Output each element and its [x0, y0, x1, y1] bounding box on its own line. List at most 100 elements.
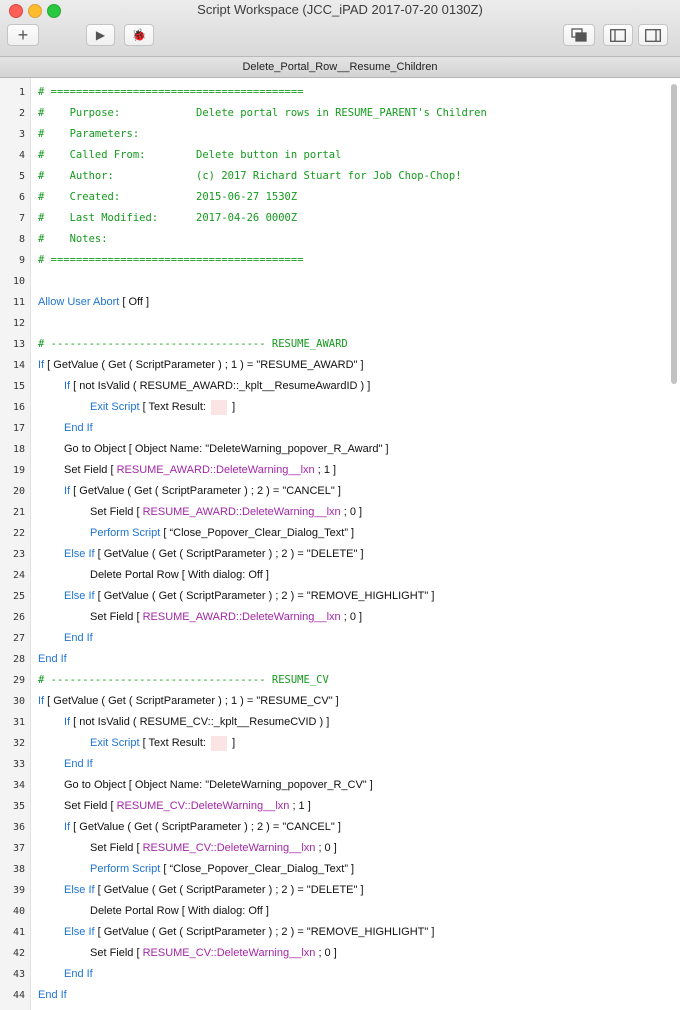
- script-tab[interactable]: Delete_Portal_Row__Resume_Children: [0, 57, 680, 78]
- script-line[interactable]: 28 End If: [0, 649, 680, 670]
- script-line[interactable]: 24 Delete Portal Row [ With dialog: Off ]: [0, 565, 680, 586]
- script-line[interactable]: 41 Else If [ GetValue ( Get ( ScriptParam…: [0, 922, 680, 943]
- script-line[interactable]: 16 Exit Script [ Text Result: ]: [0, 397, 680, 418]
- step-text: ]: [229, 401, 236, 413]
- new-script-button[interactable]: +: [7, 24, 39, 46]
- script-step: Set Field [ RESUME_CV::DeleteWarning__lx…: [90, 943, 337, 964]
- script-line[interactable]: 36 If [ GetValue ( Get ( ScriptParameter …: [0, 817, 680, 838]
- script-step: End If: [38, 985, 67, 1006]
- script-line[interactable]: 22 Perform Script [ “Close_Popover_Clear_…: [0, 523, 680, 544]
- script-line[interactable]: 43 End If: [0, 964, 680, 985]
- script-line[interactable]: 30 If [ GetValue ( Get ( ScriptParameter …: [0, 691, 680, 712]
- vertical-scrollbar-thumb[interactable]: [671, 84, 677, 384]
- script-line[interactable]: 5 # Author: (c) 2017 Richard Stuart for J…: [0, 166, 680, 187]
- line-number: 1: [18, 87, 25, 98]
- script-line[interactable]: 23 Else If [ GetValue ( Get ( ScriptParam…: [0, 544, 680, 565]
- line-number: 39: [12, 885, 25, 896]
- script-step: # ---------------------------------- RES…: [38, 334, 348, 355]
- script-comment: # ======================================…: [38, 254, 304, 266]
- script-step: Exit Script [ Text Result: ]: [90, 397, 235, 418]
- script-line[interactable]: 12: [0, 313, 680, 334]
- line-number: 22: [12, 528, 25, 539]
- script-line[interactable]: 13 # ---------------------------------- R…: [0, 334, 680, 355]
- script-line[interactable]: 4 # Called From: Delete button in portal: [0, 145, 680, 166]
- script-line[interactable]: 31 If [ not IsValid ( RESUME_CV::_kplt__R…: [0, 712, 680, 733]
- script-comment: # Parameters:: [38, 128, 140, 140]
- line-number: 2: [18, 108, 25, 119]
- script-line[interactable]: 18 Go to Object [ Object Name: "DeleteWar…: [0, 439, 680, 460]
- line-number: 36: [12, 822, 25, 833]
- script-step: # Created: 2015-06-27 1530Z: [38, 187, 297, 208]
- script-line[interactable]: 6 # Created: 2015-06-27 1530Z: [0, 187, 680, 208]
- line-number: 19: [12, 465, 25, 476]
- script-line[interactable]: 1 # =====================================…: [0, 82, 680, 103]
- script-line[interactable]: 17 End If: [0, 418, 680, 439]
- script-keyword: Else If: [64, 926, 95, 938]
- script-line[interactable]: 8 # Notes:: [0, 229, 680, 250]
- empty-result-field[interactable]: [211, 399, 228, 415]
- script-step: # Last Modified: 2017-04-26 0000Z: [38, 208, 297, 229]
- field-reference: RESUME_CV::DeleteWarning__lxn: [142, 842, 316, 854]
- step-text: Set Field [: [90, 842, 143, 854]
- script-workspace-window: Script Workspace (JCC_iPAD 2017-07-20 01…: [0, 0, 680, 1010]
- script-line[interactable]: 38 Perform Script [ “Close_Popover_Clear_…: [0, 859, 680, 880]
- script-step: # ======================================…: [38, 250, 304, 271]
- script-line[interactable]: 20 If [ GetValue ( Get ( ScriptParameter …: [0, 481, 680, 502]
- line-number: 8: [18, 234, 25, 245]
- script-line[interactable]: 26 Set Field [ RESUME_AWARD::DeleteWarnin…: [0, 607, 680, 628]
- windows-button[interactable]: [563, 24, 595, 46]
- line-number: 21: [12, 507, 25, 518]
- toggle-right-pane-button[interactable]: [638, 24, 668, 46]
- play-icon: ▶: [95, 28, 106, 42]
- script-step: If [ not IsValid ( RESUME_AWARD::_kplt__…: [64, 376, 370, 397]
- script-line[interactable]: 7 # Last Modified: 2017-04-26 0000Z: [0, 208, 680, 229]
- script-line[interactable]: 3 # Parameters:: [0, 124, 680, 145]
- line-number: 43: [12, 969, 25, 980]
- script-line[interactable]: 34 Go to Object [ Object Name: "DeleteWar…: [0, 775, 680, 796]
- toggle-left-pane-button[interactable]: [603, 24, 633, 46]
- script-editor[interactable]: 1 # =====================================…: [0, 78, 680, 1010]
- run-script-button[interactable]: ▶: [86, 24, 115, 46]
- script-line[interactable]: 35 Set Field [ RESUME_CV::DeleteWarning__…: [0, 796, 680, 817]
- line-number: 31: [12, 717, 25, 728]
- script-line[interactable]: 32 Exit Script [ Text Result: ]: [0, 733, 680, 754]
- script-comment: # Created: 2015-06-27 1530Z: [38, 191, 298, 203]
- script-line[interactable]: 29 # ---------------------------------- R…: [0, 670, 680, 691]
- script-line[interactable]: 27 End If: [0, 628, 680, 649]
- empty-result-field[interactable]: [211, 735, 228, 751]
- right-sidebar-icon: [645, 28, 661, 42]
- script-comment: # Author: (c) 2017 Richard Stuart for Jo…: [38, 170, 462, 182]
- field-reference: RESUME_AWARD::DeleteWarning__lxn: [142, 506, 341, 518]
- script-line[interactable]: 39 Else If [ GetValue ( Get ( ScriptParam…: [0, 880, 680, 901]
- line-number: 9: [18, 255, 25, 266]
- line-number: 3: [18, 129, 25, 140]
- script-step: Set Field [ RESUME_AWARD::DeleteWarning_…: [90, 607, 362, 628]
- step-text: [ not IsValid ( RESUME_CV::_kplt__Resume…: [70, 716, 330, 728]
- script-step: # ======================================…: [38, 82, 304, 103]
- script-line[interactable]: 33 End If: [0, 754, 680, 775]
- script-line[interactable]: 2 # Purpose: Delete portal rows in RESUME…: [0, 103, 680, 124]
- script-line[interactable]: 11 Allow User Abort [ Off ]: [0, 292, 680, 313]
- script-line[interactable]: 42 Set Field [ RESUME_CV::DeleteWarning__…: [0, 943, 680, 964]
- script-step: Go to Object [ Object Name: "DeleteWarni…: [64, 439, 389, 460]
- script-step: End If: [38, 649, 67, 670]
- step-text: [ GetValue ( Get ( ScriptParameter ) ; 2…: [70, 821, 341, 833]
- script-line[interactable]: 15 If [ not IsValid ( RESUME_AWARD::_kplt…: [0, 376, 680, 397]
- script-line[interactable]: 21 Set Field [ RESUME_AWARD::DeleteWarnin…: [0, 502, 680, 523]
- script-line[interactable]: 25 Else If [ GetValue ( Get ( ScriptParam…: [0, 586, 680, 607]
- script-line[interactable]: 9 # =====================================…: [0, 250, 680, 271]
- window-title: Script Workspace (JCC_iPAD 2017-07-20 01…: [197, 2, 483, 17]
- script-step: # ---------------------------------- RES…: [38, 670, 329, 691]
- script-step: # Author: (c) 2017 Richard Stuart for Jo…: [38, 166, 462, 187]
- script-line[interactable]: 14 If [ GetValue ( Get ( ScriptParameter …: [0, 355, 680, 376]
- script-comment: # Last Modified: 2017-04-26 0000Z: [38, 212, 298, 224]
- step-text: [ Off ]: [119, 296, 150, 308]
- script-step: # Purpose: Delete portal rows in RESUME_…: [38, 103, 487, 124]
- script-line[interactable]: 10: [0, 271, 680, 292]
- script-keyword: Exit Script: [90, 401, 140, 413]
- script-line[interactable]: 37 Set Field [ RESUME_CV::DeleteWarning__…: [0, 838, 680, 859]
- debug-script-button[interactable]: 🐞: [124, 24, 154, 46]
- script-line[interactable]: 19 Set Field [ RESUME_AWARD::DeleteWarnin…: [0, 460, 680, 481]
- script-line[interactable]: 44 End If: [0, 985, 680, 1006]
- script-line[interactable]: 40 Delete Portal Row [ With dialog: Off ]: [0, 901, 680, 922]
